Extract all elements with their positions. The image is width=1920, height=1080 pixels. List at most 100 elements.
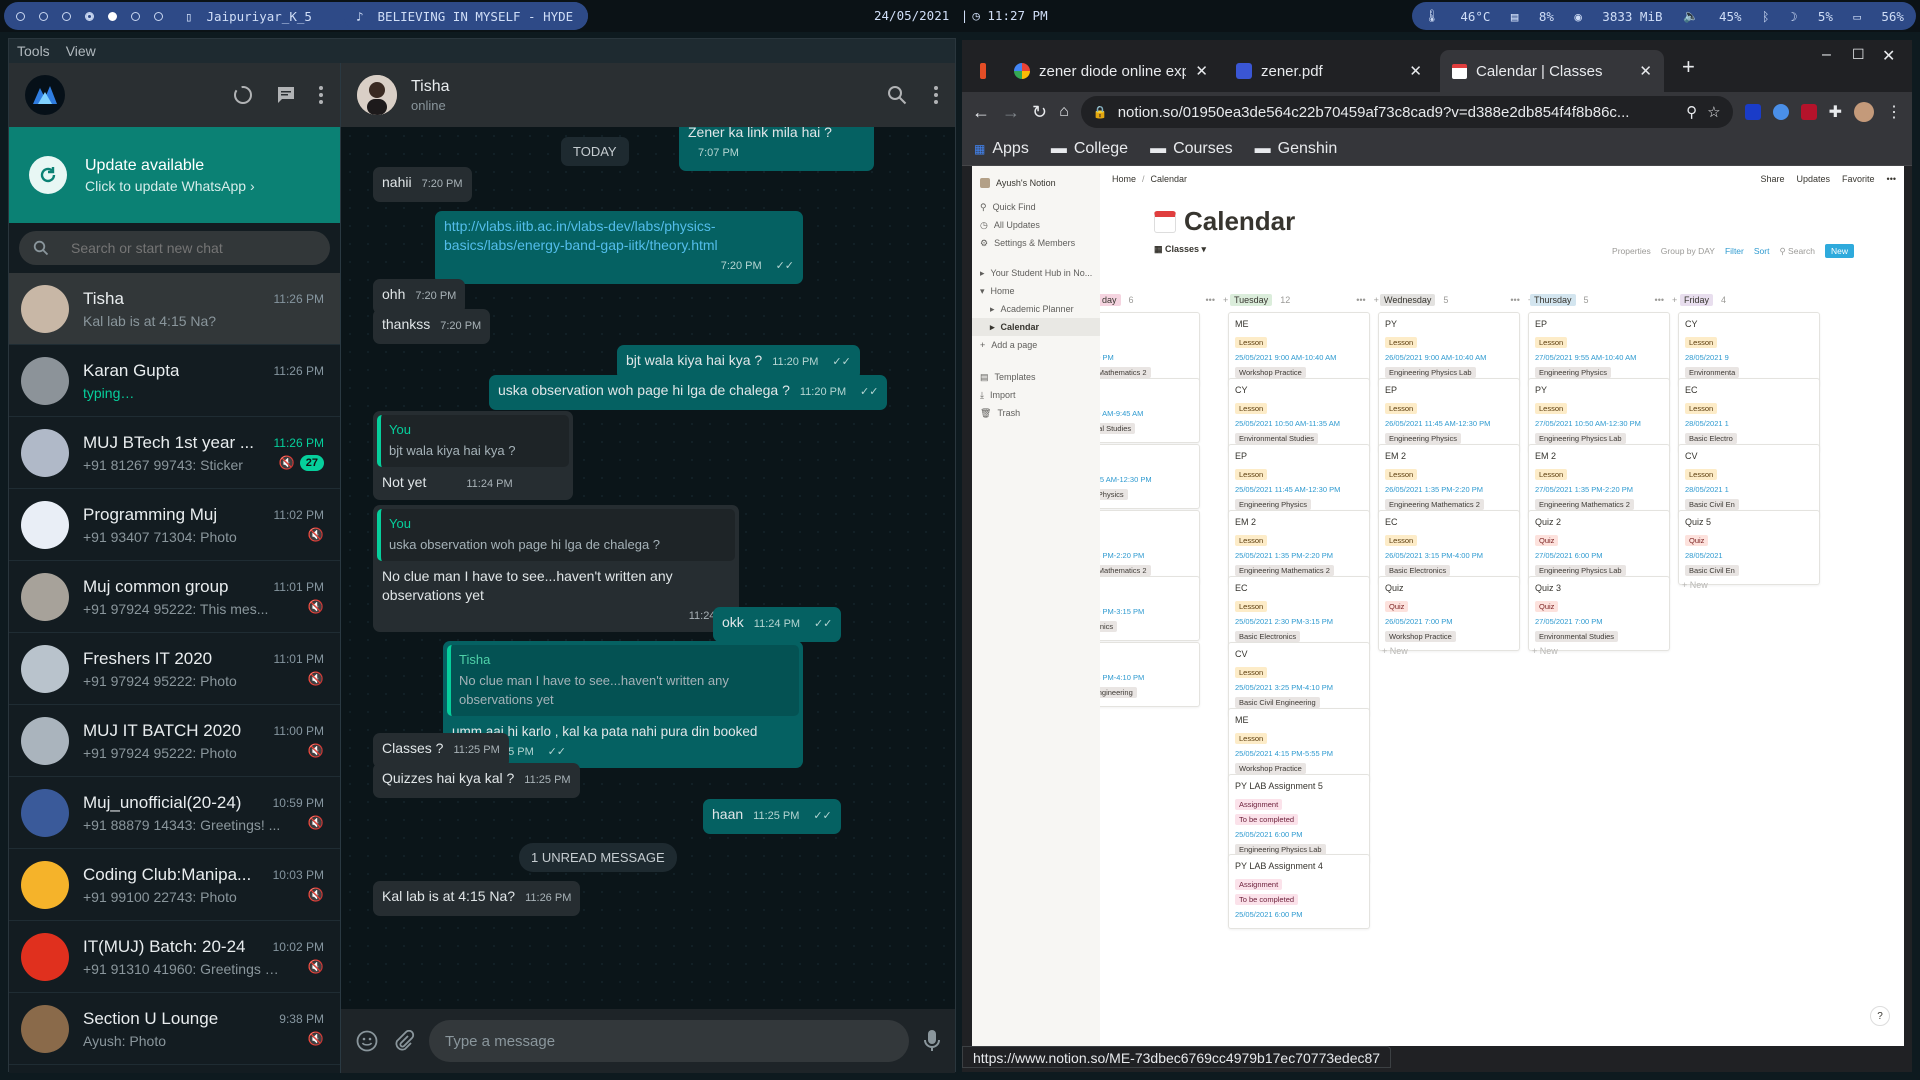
url-text[interactable]: notion.so/01950ea3de564c22b70459af73c8ca… [1118,104,1676,121]
calendar-card[interactable]: ME Lesson 25/05/2021 9:00 AM-10:40 AM Works… [1228,312,1370,387]
calendar-card[interactable]: Lesson/2021 11:45 AM-12:30 PMineering Ph… [1100,444,1200,509]
calendar-card[interactable]: 2Quiz/2021 7:30 PMineering Mathematics 2 [1100,312,1200,387]
calendar-card[interactable]: PY LAB Assignment 4 Assignment To be compl… [1228,854,1370,929]
tab-calendar-classes[interactable]: Calendar | Classes ✕ [1440,50,1664,92]
calendar-card[interactable]: EP Lesson 26/05/2021 11:45 AM-12:30 PM Engi… [1378,378,1520,453]
workspace-indicator[interactable] [39,11,48,21]
page-home[interactable]: ▾ Home [972,282,1100,300]
chat-item[interactable]: Section U Lounge 9:38 PM Ayush: Photo 🔇 [9,993,340,1065]
message-incoming[interactable]: Kal lab is at 4:15 Na? 11:26 PM [373,881,581,916]
filter-button[interactable]: Filter [1725,246,1744,256]
calendar-card[interactable]: Quiz 2 Quiz 27/05/2021 6:00 PM Engineering … [1528,510,1670,585]
profile-icon[interactable] [1854,102,1874,122]
volume-icon[interactable]: 🔈 [1683,8,1699,24]
board-column-header[interactable]: Tuesday 12 ••• + [1230,294,1379,306]
chat-item[interactable]: Coding Club:Manipa... 10:03 PM +91 99100 2… [9,849,340,921]
calendar-card[interactable]: CV Lesson 28/05/2021 1 Basic Civil En [1678,444,1820,519]
share-button[interactable]: Share [1760,174,1784,184]
board-column-header[interactable]: Thursday 5 ••• + [1530,294,1677,306]
chat-item[interactable]: Tisha 11:26 PM Kal lab is at 4:15 Na? [9,273,340,345]
board-column-header[interactable]: day 6 ••• + [1100,294,1228,306]
quoted-message[interactable]: You uska observation woh page hi lga de … [377,509,735,561]
microphone-icon[interactable] [923,1029,941,1053]
workspace-indicator-active[interactable] [108,11,117,21]
menu-tools[interactable]: Tools [17,43,50,59]
bookmark-courses[interactable]: ▬ Courses [1150,140,1233,158]
extension-icon[interactable] [1744,104,1761,120]
calendar-card[interactable]: EM 2 Lesson 27/05/2021 1:35 PM-2:20 PM Engi… [1528,444,1670,519]
menu-dots-icon[interactable] [318,85,324,105]
more-icon[interactable]: ••• [1510,295,1519,305]
chat-item[interactable]: Karan Gupta 11:26 PM typing… [9,345,340,417]
message-outgoing[interactable]: okk 11:24 PM ✓✓ [713,607,842,642]
calendar-card[interactable]: Quiz Quiz 26/05/2021 7:00 PM Workshop Pract… [1378,576,1520,651]
new-card-button[interactable]: + New [1682,580,1708,590]
home-icon[interactable]: ⌂ [1059,103,1069,121]
templates[interactable]: ▤ Templates [972,368,1100,386]
zoom-icon[interactable]: ⚲ [1686,103,1697,121]
message-outgoing[interactable]: haan 11:25 PM ✓✓ [703,799,841,834]
plus-icon[interactable]: + [1223,295,1228,305]
breadcrumb-calendar[interactable]: Calendar [1151,174,1188,184]
settings-members[interactable]: ⚙ Settings & Members [972,234,1100,252]
emoji-icon[interactable] [355,1029,379,1053]
quoted-message[interactable]: Tisha No clue man I have to see...haven'… [447,645,799,716]
search-icon[interactable] [887,85,907,105]
workspace-indicator[interactable] [131,11,140,21]
chat-item[interactable]: Muj common group 11:01 PM +91 97924 95222:… [9,561,340,633]
trash[interactable]: 🗑 Trash [972,404,1100,422]
conversation-header[interactable]: Tisha online [341,63,955,127]
new-chat-icon[interactable] [276,85,296,105]
calendar-card[interactable]: EC Lesson 28/05/2021 1 Basic Electro [1678,378,1820,453]
help-button[interactable]: ? [1870,1006,1890,1026]
menu-dots-icon[interactable] [933,85,939,105]
chat-item[interactable]: IT(MUJ) Batch: 20-24 10:02 PM +91 91310 41… [9,921,340,993]
message-link[interactable]: http://vlabs.iitb.ac.in/vlabs-dev/labs/p… [444,217,794,255]
calendar-card[interactable]: EC Lesson 26/05/2021 3:15 PM-4:00 PM Basic … [1378,510,1520,585]
chat-item[interactable]: MUJ BTech 1st year ... 11:26 PM +91 81267 … [9,417,340,489]
all-updates[interactable]: ◷ All Updates [972,216,1100,234]
message-incoming[interactable]: thankss 7:20 PM [373,309,491,344]
close-icon[interactable]: ✕ [1409,62,1422,80]
calendar-card[interactable]: EP Lesson 27/05/2021 9:55 AM-10:40 AM Engin… [1528,312,1670,387]
more-icon[interactable]: ••• [1356,295,1365,305]
calendar-card[interactable]: Lesson/2021 2:30 PM-3:15 PMic Electronic… [1100,576,1200,641]
volume[interactable]: 45% [1719,9,1742,24]
search-button[interactable]: ⚲ Search [1779,246,1815,257]
menu-dots-icon[interactable]: ⋮ [1886,102,1902,122]
properties-button[interactable]: Properties [1612,246,1651,256]
more-icon[interactable]: ••• [1887,174,1896,184]
reload-icon[interactable]: ↻ [1032,102,1047,123]
profile-avatar[interactable] [25,75,65,115]
workspace-indicator[interactable] [62,11,71,21]
calendar-card[interactable]: CY Lesson 25/05/2021 10:50 AM-11:35 AM Envi… [1228,378,1370,453]
chat-item[interactable]: Programming Muj 11:02 PM +91 93407 71304: … [9,489,340,561]
add-page[interactable]: + Add a page [972,336,1100,354]
ublock-icon[interactable] [1800,104,1817,120]
puzzle-icon[interactable]: ✚ [1829,102,1842,122]
message-incoming-reply[interactable]: You bjt wala kiya hai kya ? Not yet 11:24… [373,411,573,500]
calendar-card[interactable]: 2Lesson/2021 1:35 PM-2:20 PMineering Mat… [1100,510,1200,585]
message-outgoing[interactable]: http://vlabs.iitb.ac.in/vlabs-dev/labs/p… [435,211,803,284]
quoted-message[interactable]: You bjt wala kiya hai kya ? [377,415,569,467]
message-input[interactable] [429,1020,909,1062]
page-student-hub[interactable]: ▸ Your Student Hub in No... [972,264,1100,282]
view-selector[interactable]: ▦ Classes ▾ [1154,244,1206,255]
workspace-switcher[interactable]: Ayush's Notion [972,174,1100,192]
bookmark-college[interactable]: ▬ College [1051,140,1128,158]
new-card-button[interactable]: + New [1532,646,1558,656]
update-banner[interactable]: Update available Click to update WhatsAp… [9,127,340,223]
chat-item[interactable]: MUJ IT BATCH 2020 11:00 PM +91 97924 95222… [9,705,340,777]
favorite-button[interactable]: Favorite [1842,174,1875,184]
now-playing-pill[interactable]: ♪ BELIEVING IN MYSELF - HYDE [344,2,588,30]
status-icon[interactable] [232,84,254,106]
message-incoming[interactable]: Quizzes hai kya kal ? 11:25 PM [373,763,580,798]
message-list[interactable]: Zener ka link mila hai ? 7:07 PM TODAY n… [341,127,955,1009]
bluetooth-icon[interactable]: ᛒ [1762,9,1770,24]
extension-icon[interactable] [1772,104,1789,120]
calendar-card[interactable]: CV Lesson 25/05/2021 3:25 PM-4:10 PM Basic … [1228,642,1370,717]
new-card-button[interactable]: + New [1382,646,1408,656]
page-calendar[interactable]: ▸ Calendar [972,318,1100,336]
attach-icon[interactable] [393,1030,415,1052]
address-bar[interactable]: 🔒 notion.so/01950ea3de564c22b70459af73c8… [1080,96,1733,128]
